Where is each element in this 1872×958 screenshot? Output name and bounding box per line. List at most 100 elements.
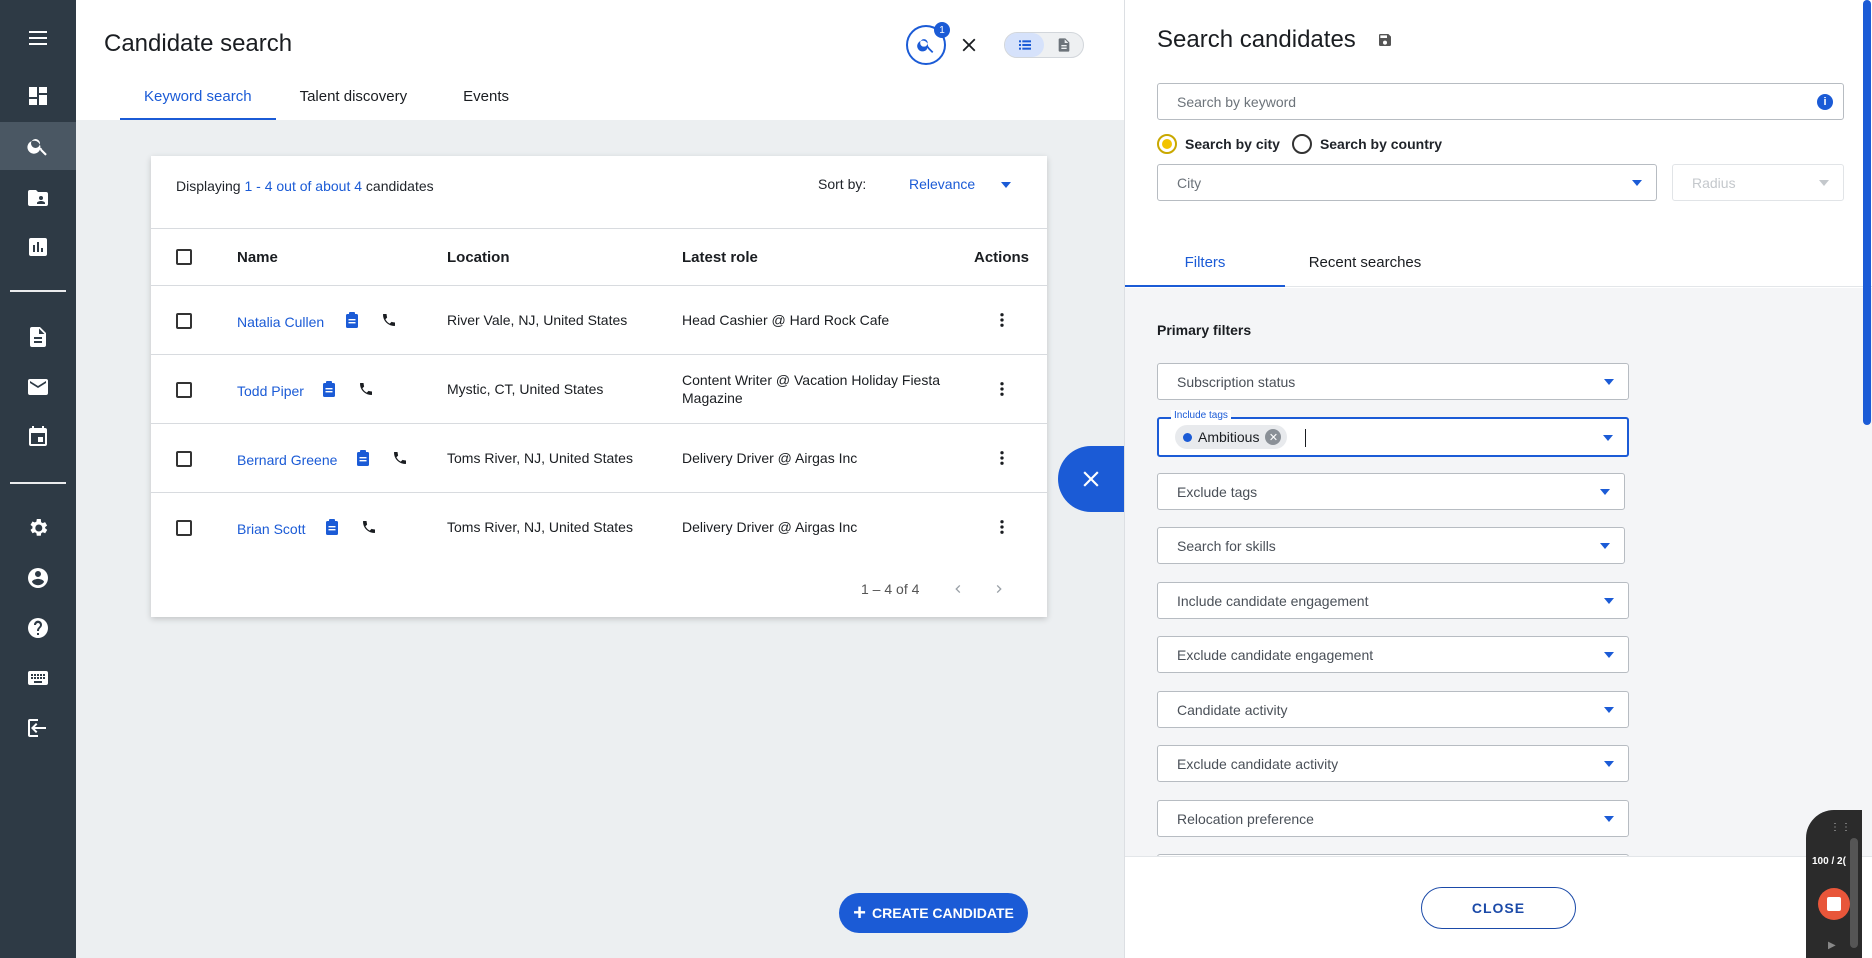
results-card: Displaying 1 - 4 out of about 4 candidat… <box>151 156 1047 617</box>
candidate-name-link[interactable]: Bernard Greene <box>237 452 337 468</box>
phone-icon[interactable] <box>392 450 408 466</box>
candidate-name-link[interactable]: Brian Scott <box>237 521 305 537</box>
chevron-down-icon <box>1603 435 1613 441</box>
keyword-search-field: i <box>1157 83 1844 120</box>
plus-icon: + <box>853 900 867 925</box>
search-icon[interactable] <box>0 122 76 170</box>
include-tags-select[interactable]: Include tags Ambitious ✕ <box>1157 410 1629 457</box>
tag-dot-icon <box>1183 432 1192 442</box>
tab-events[interactable]: Events <box>431 78 533 120</box>
sort-label: Sort by: <box>818 176 867 192</box>
sort-select[interactable]: Relevance <box>909 176 975 192</box>
chevron-down-icon <box>1604 761 1614 767</box>
relocation-preference-select[interactable]: Relocation preference <box>1157 800 1629 837</box>
account-icon[interactable] <box>0 554 76 602</box>
panel-title: Search candidates <box>1157 26 1356 53</box>
sidebar-divider <box>10 482 66 484</box>
document-icon[interactable] <box>0 313 76 361</box>
analytics-icon[interactable] <box>0 223 76 271</box>
remove-tag-icon[interactable]: ✕ <box>1265 429 1282 445</box>
drag-handle-icon[interactable]: ⋮⋮ <box>1830 822 1852 833</box>
stop-recording-button[interactable] <box>1818 888 1850 920</box>
next-page-button[interactable] <box>991 581 1007 597</box>
row-actions-button[interactable] <box>993 308 1011 332</box>
list-view-button[interactable] <box>1005 33 1044 57</box>
tab-talent-discovery[interactable]: Talent discovery <box>276 78 432 120</box>
table-header: Name Location Latest role Actions <box>151 228 1047 286</box>
previous-page-button[interactable] <box>950 581 966 597</box>
document-view-button[interactable] <box>1044 33 1083 57</box>
city-select[interactable]: City <box>1157 164 1657 201</box>
text-cursor <box>1305 429 1306 447</box>
exclude-tags-select[interactable]: Exclude tags <box>1157 473 1625 510</box>
candidate-location: Toms River, NJ, United States <box>447 450 633 466</box>
chevron-down-icon[interactable] <box>1001 182 1011 188</box>
clipboard-icon[interactable] <box>356 450 370 466</box>
tab-filters[interactable]: Filters <box>1125 243 1285 287</box>
logout-icon[interactable] <box>0 704 76 752</box>
close-button[interactable]: CLOSE <box>1421 887 1576 929</box>
skills-select[interactable]: Search for skills <box>1157 527 1625 564</box>
search-by-city-radio[interactable] <box>1157 134 1177 154</box>
close-panel-button[interactable] <box>1058 446 1124 512</box>
list-icon <box>1018 40 1031 50</box>
exclude-engagement-select[interactable]: Exclude candidate engagement <box>1157 636 1629 673</box>
chevron-down-icon <box>1632 180 1642 186</box>
menu-icon[interactable] <box>0 14 76 62</box>
recorder-slider[interactable] <box>1850 838 1858 948</box>
main-header: Candidate search 1 Keyword search Talent… <box>76 0 1124 120</box>
settings-icon[interactable] <box>0 504 76 552</box>
primary-filters-title: Primary filters <box>1157 322 1252 338</box>
clipboard-icon[interactable] <box>345 312 359 328</box>
results-summary: Displaying 1 - 4 out of about 4 candidat… <box>151 156 1047 228</box>
keyword-search-input[interactable] <box>1158 84 1798 119</box>
more-vertical-icon <box>1000 451 1004 465</box>
radius-select[interactable]: Radius <box>1672 164 1844 201</box>
save-search-button[interactable] <box>1377 32 1393 48</box>
candidate-activity-select[interactable]: Candidate activity <box>1157 691 1629 728</box>
tab-recent-searches[interactable]: Recent searches <box>1285 243 1445 287</box>
clipboard-icon[interactable] <box>325 519 339 535</box>
search-by-country-radio[interactable] <box>1291 134 1312 154</box>
candidate-activity-label: Candidate activity <box>1177 702 1288 718</box>
chevron-down-icon <box>1600 489 1610 495</box>
include-engagement-select[interactable]: Include candidate engagement <box>1157 582 1629 619</box>
include-engagement-label: Include candidate engagement <box>1177 593 1369 609</box>
phone-icon[interactable] <box>358 381 374 397</box>
row-actions-button[interactable] <box>993 515 1011 539</box>
calendar-icon[interactable] <box>0 413 76 461</box>
clear-search-button[interactable] <box>954 30 984 60</box>
panel-scrollbar[interactable] <box>1863 0 1871 425</box>
create-candidate-label: CREATE CANDIDATE <box>872 905 1014 921</box>
candidate-name-link[interactable]: Todd Piper <box>237 383 304 399</box>
row-actions-button[interactable] <box>993 377 1011 401</box>
info-icon[interactable]: i <box>1817 94 1833 110</box>
clipboard-icon[interactable] <box>322 381 336 397</box>
row-checkbox[interactable] <box>176 520 192 536</box>
help-icon[interactable] <box>0 604 76 652</box>
phone-icon[interactable] <box>361 519 377 535</box>
subscription-status-label: Subscription status <box>1177 374 1296 390</box>
row-checkbox[interactable] <box>176 451 192 467</box>
mail-icon[interactable] <box>0 363 76 411</box>
exclude-activity-select[interactable]: Exclude candidate activity <box>1157 745 1629 782</box>
location-mode-radios: Search by city Search by country <box>1157 134 1442 154</box>
row-checkbox[interactable] <box>176 382 192 398</box>
row-checkbox[interactable] <box>176 313 192 329</box>
keyboard-icon[interactable] <box>0 654 76 702</box>
select-all-checkbox[interactable] <box>176 249 192 265</box>
search-by-country-label[interactable]: Search by country <box>1320 136 1442 152</box>
phone-icon[interactable] <box>381 312 397 328</box>
search-tabs: Keyword search Talent discovery Events <box>120 78 533 120</box>
search-by-city-label[interactable]: Search by city <box>1185 136 1280 152</box>
dashboard-icon[interactable] <box>0 72 76 120</box>
play-icon[interactable]: ▶ <box>1828 940 1836 951</box>
row-actions-button[interactable] <box>993 446 1011 470</box>
create-candidate-button[interactable]: + CREATE CANDIDATE <box>839 893 1028 933</box>
contacts-icon[interactable] <box>0 174 76 222</box>
column-header-location: Location <box>447 249 510 266</box>
subscription-status-select[interactable]: Subscription status <box>1157 363 1629 400</box>
candidate-latest-role: Content Writer @ Vacation Holiday Fiesta… <box>682 372 941 406</box>
candidate-name-link[interactable]: Natalia Cullen <box>237 314 324 330</box>
tab-keyword-search[interactable]: Keyword search <box>120 78 276 120</box>
